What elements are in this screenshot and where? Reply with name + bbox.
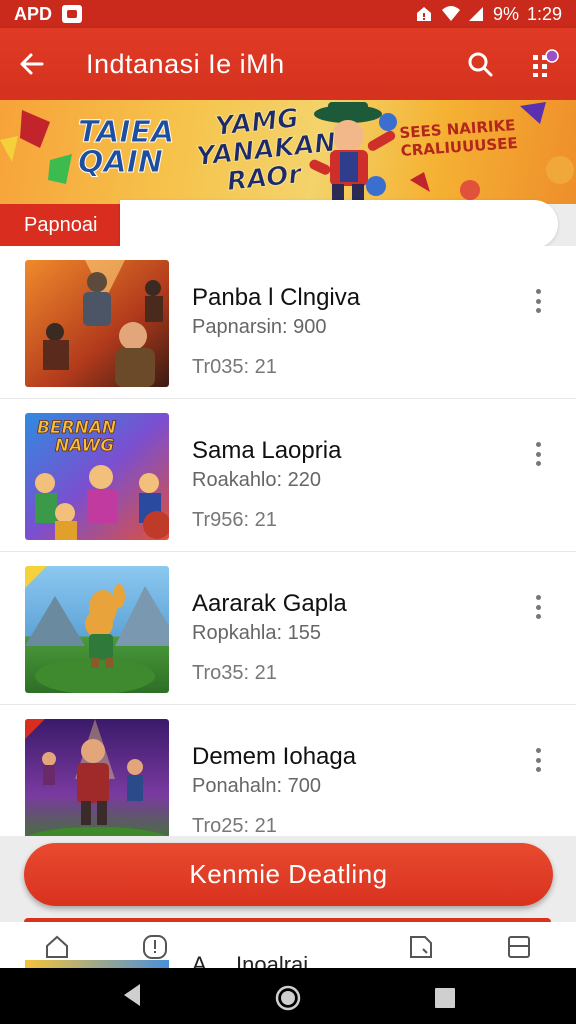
dot-icon — [535, 614, 541, 619]
game-thumbnail: BERNAN NAWG — [25, 413, 169, 540]
dot-icon — [535, 451, 541, 457]
nav-tabs-button[interactable] — [506, 934, 532, 960]
list-item[interactable]: Aararak Gapla Ropkahla: 155 Tro35: 21 — [0, 552, 576, 705]
back-button[interactable] — [16, 48, 48, 80]
dot-icon — [535, 298, 541, 304]
section-tab-label: Papnoai — [24, 213, 98, 236]
peek-thumbnail — [25, 960, 169, 968]
carrier-label: APD — [14, 3, 53, 24]
dot-icon — [535, 442, 541, 447]
grid-menu-icon — [533, 49, 559, 77]
screen: { "status_bar": { "carrier": "APD", "bat… — [0, 0, 576, 1024]
peek-item-title: A ... Inoalrai — [192, 952, 309, 968]
game-meta: Tr956: 21 — [192, 509, 277, 531]
alert-icon — [143, 935, 167, 959]
dot-icon — [535, 461, 541, 466]
dot-icon — [535, 767, 541, 772]
game-title: Aararak Gapla — [192, 590, 347, 617]
dot-icon — [535, 308, 541, 313]
game-title: Sama Laopria — [192, 437, 342, 464]
dot-icon — [535, 757, 541, 763]
square-recents-icon — [435, 988, 455, 1008]
game-thumbnail — [25, 566, 169, 693]
game-list: Panba l Clngiva Papnarsin: 900 Tr035: 21… — [0, 246, 576, 836]
banner-title-mid: YAMG YANAKAN RAOr — [192, 101, 340, 199]
bottom-nav: A ... Inoalrai — [0, 922, 576, 968]
home-alert-icon — [415, 5, 433, 23]
banner-left-line2: QAIN — [77, 145, 163, 180]
menu-button[interactable] — [528, 48, 560, 80]
list-item[interactable]: Panba l Clngiva Papnarsin: 900 Tr035: 21 — [0, 246, 576, 399]
back-arrow-icon — [20, 53, 44, 75]
system-recents-button[interactable] — [434, 987, 456, 1014]
search-button[interactable] — [464, 48, 496, 80]
banner-title-left: TAIEA QAIN — [77, 115, 175, 180]
game-title: Panba l Clngiva — [192, 284, 361, 311]
dot-icon — [535, 595, 541, 600]
notification-icon — [62, 5, 83, 23]
more-options-button[interactable] — [528, 592, 548, 622]
app-bar: Indtanasi Ie iMh — [0, 28, 576, 100]
page-title: Indtanasi Ie iMh — [86, 48, 285, 79]
list-item[interactable]: Demem Iohaga Ponahaln: 700 Tro25: 21 — [0, 705, 576, 836]
game-thumbnail — [25, 719, 169, 836]
nav-home-button[interactable] — [44, 934, 70, 960]
circle-home-icon — [275, 985, 301, 1011]
game-title: Demem Iohaga — [192, 743, 357, 770]
signal-icon — [467, 5, 485, 23]
system-nav-bar — [0, 968, 576, 1024]
status-left: APD — [14, 3, 83, 25]
nav-library-button[interactable] — [408, 934, 434, 960]
tabs-icon — [508, 936, 530, 958]
game-subtitle: Roakahlo: 220 — [192, 469, 321, 491]
promo-banner[interactable]: TAIEA QAIN YAMG YANAKAN RAOr SEES NAIRIK… — [0, 100, 576, 204]
thumbnail-title-line2: NAWG — [55, 436, 115, 456]
status-bar: APD 9% 1:29 — [0, 0, 576, 28]
banner-left-line1: TAIEA — [77, 115, 175, 150]
cta-button[interactable]: Kenmie Deatling — [24, 843, 553, 906]
list-item[interactable]: BERNAN NAWG Sama Laopria Roakahlo: 220 T… — [0, 399, 576, 552]
status-time: 1:29 — [526, 3, 562, 24]
game-meta: Tro25: 21 — [192, 815, 277, 836]
search-icon — [468, 52, 493, 77]
dot-icon — [535, 748, 541, 753]
battery-percent: 9% — [492, 3, 519, 24]
status-right: 9% 1:29 — [415, 4, 562, 25]
app-actions — [464, 48, 560, 80]
home-icon — [46, 935, 68, 958]
wifi-icon — [441, 5, 460, 23]
triangle-back-icon — [124, 984, 140, 1006]
game-meta: Tro35: 21 — [192, 662, 277, 684]
game-subtitle: Ponahaln: 700 — [192, 775, 322, 797]
dot-icon — [535, 604, 541, 610]
nav-alerts-button[interactable] — [142, 934, 168, 960]
thumbnail-title-line1: BERNAN — [37, 418, 117, 438]
game-thumbnail — [25, 260, 169, 387]
section-tab[interactable]: Papnoai — [0, 204, 140, 246]
game-meta: Tr035: 21 — [192, 356, 277, 378]
more-options-button[interactable] — [528, 745, 548, 775]
game-subtitle: Papnarsin: 900 — [192, 316, 327, 338]
dot-icon — [535, 289, 541, 294]
thumbnail-title: BERNAN NAWG — [37, 418, 117, 456]
more-options-button[interactable] — [528, 439, 548, 469]
book-icon — [410, 936, 432, 958]
system-back-button[interactable] — [120, 982, 144, 1013]
system-home-button[interactable] — [275, 985, 301, 1016]
more-options-button[interactable] — [528, 286, 548, 316]
game-subtitle: Ropkahla: 155 — [192, 622, 321, 644]
section-filter-field[interactable] — [120, 200, 558, 248]
